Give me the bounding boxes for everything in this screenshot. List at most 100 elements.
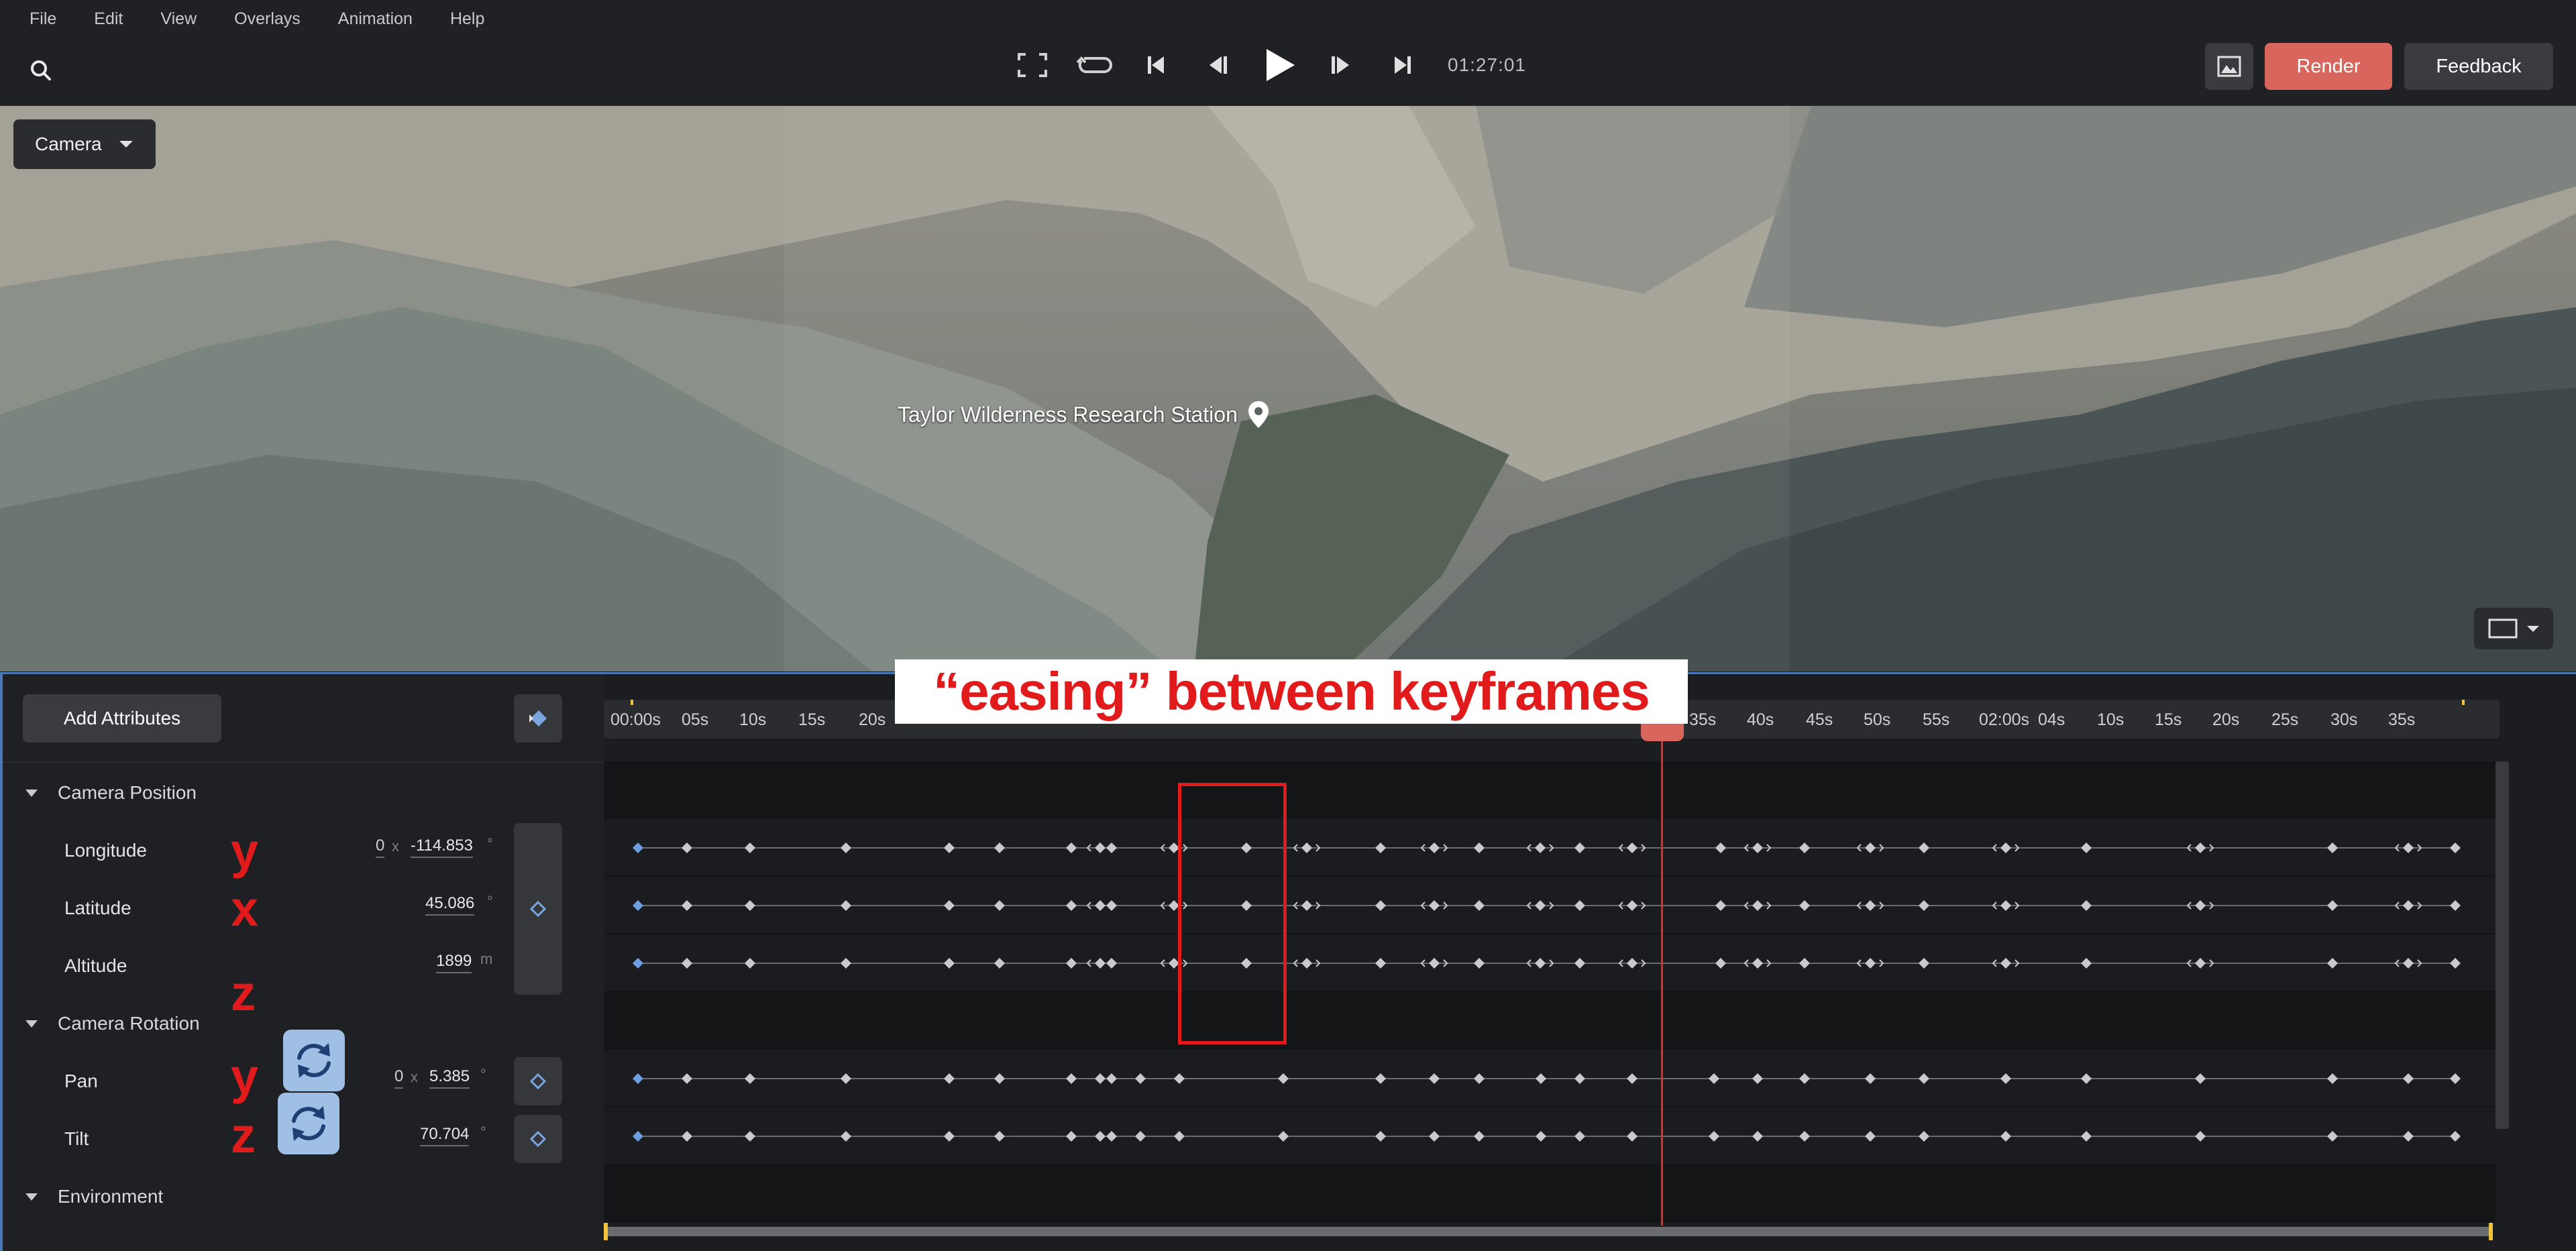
loop-icon[interactable] bbox=[1073, 44, 1115, 86]
place-label[interactable]: Taylor Wilderness Research Station bbox=[898, 400, 1270, 429]
range-end-handle[interactable] bbox=[2489, 1223, 2493, 1240]
keyframe-marker bbox=[1865, 842, 1876, 853]
keyframe-marker bbox=[1536, 1131, 1546, 1142]
menu-help[interactable]: Help bbox=[450, 9, 484, 29]
rotate-arrows-icon bbox=[278, 1093, 339, 1154]
pan-offset-field[interactable]: 0 bbox=[394, 1067, 404, 1089]
keyframe-marker bbox=[1174, 1131, 1185, 1142]
keyframe-marker bbox=[1574, 842, 1585, 853]
keyframe-marker bbox=[1429, 958, 1440, 969]
keyframe-marker bbox=[1574, 1131, 1585, 1142]
tick-label: 15s bbox=[2155, 710, 2182, 729]
keyframe-marker bbox=[994, 842, 1005, 853]
keyframe-tracks[interactable] bbox=[604, 761, 2496, 1223]
keyframe-all-button[interactable] bbox=[514, 694, 562, 743]
timeline[interactable]: 00:00s 05s 10s 15s 20s 35s 40s 45s 50s 55s 02:00s 0… bbox=[604, 674, 2576, 1251]
keyframe-marker bbox=[1095, 900, 1106, 911]
menu-animation[interactable]: Animation bbox=[338, 9, 413, 29]
axis-annotation: x bbox=[231, 880, 259, 936]
keyframe-marker bbox=[1135, 1131, 1146, 1142]
image-export-button[interactable] bbox=[2205, 43, 2253, 90]
latitude-value-field[interactable]: 45.086 bbox=[425, 894, 475, 916]
group-camera-position[interactable]: Camera Position bbox=[3, 764, 606, 822]
keyframe-marker bbox=[1627, 900, 1638, 911]
feedback-button[interactable]: Feedback bbox=[2404, 43, 2553, 90]
altitude-value-field[interactable]: 1899 bbox=[436, 952, 472, 973]
map-viewport[interactable]: Camera Taylor Wilderness Research Statio… bbox=[0, 106, 2576, 671]
keyframe-position-button[interactable] bbox=[514, 823, 562, 995]
keyframe-marker bbox=[2000, 842, 2011, 853]
keyframe-marker bbox=[1535, 900, 1546, 911]
range-start-handle[interactable] bbox=[604, 1223, 608, 1240]
keyframe-marker bbox=[1106, 958, 1117, 969]
keyframe-marker bbox=[2327, 958, 2338, 969]
keyframe-marker bbox=[1535, 842, 1546, 853]
keyframe-marker bbox=[682, 1131, 692, 1142]
step-forward-icon[interactable] bbox=[1320, 44, 1362, 86]
pan-value-field[interactable]: 5.385 bbox=[429, 1067, 470, 1089]
keyframe-marker bbox=[1574, 900, 1585, 911]
unit-label: ° bbox=[480, 1124, 486, 1140]
keyframe-marker bbox=[1301, 842, 1312, 853]
chevron-down-icon[interactable] bbox=[25, 1193, 38, 1201]
tick-label: 35s bbox=[2388, 710, 2416, 729]
easing-annotation-label: “easing” between keyframes bbox=[895, 659, 1688, 724]
keyframe-marker bbox=[633, 900, 643, 911]
fullscreen-icon[interactable] bbox=[1012, 44, 1053, 86]
step-back-icon[interactable] bbox=[1197, 44, 1238, 86]
chevron-down-icon[interactable] bbox=[25, 1020, 38, 1028]
keyframe-marker bbox=[1429, 842, 1440, 853]
aspect-ratio-dropdown[interactable] bbox=[2474, 608, 2553, 649]
keyframe-marker bbox=[1106, 900, 1117, 911]
keyframe-marker bbox=[2000, 1131, 2011, 1142]
keyframe-marker bbox=[944, 842, 955, 853]
add-attributes-button[interactable]: Add Attributes bbox=[23, 694, 221, 743]
tick-label: 25s bbox=[2271, 710, 2299, 729]
frame-icon bbox=[2488, 618, 2518, 639]
chevron-down-icon[interactable] bbox=[25, 789, 38, 797]
keyframe-marker bbox=[745, 1131, 755, 1142]
keyframe-marker bbox=[2000, 1073, 2011, 1084]
keyframe-markers[interactable] bbox=[604, 761, 2496, 1217]
multiplier-label: x bbox=[392, 838, 399, 855]
keyframe-marker bbox=[1865, 958, 1876, 969]
vertical-scrollbar[interactable] bbox=[2496, 761, 2509, 1129]
longitude-offset-field[interactable]: 0 bbox=[376, 836, 385, 858]
keyframe-marker bbox=[1919, 1131, 1929, 1142]
search-icon[interactable] bbox=[27, 56, 56, 86]
longitude-value-field[interactable]: -114.853 bbox=[411, 836, 473, 858]
render-button[interactable]: Render bbox=[2265, 43, 2392, 90]
menu-overlays[interactable]: Overlays bbox=[234, 9, 301, 29]
play-icon[interactable] bbox=[1258, 44, 1300, 86]
keyframe-pan-button[interactable] bbox=[514, 1057, 562, 1105]
camera-dropdown[interactable]: Camera bbox=[13, 119, 156, 169]
horizontal-scrollbar[interactable] bbox=[604, 1223, 2493, 1240]
chevron-down-icon bbox=[2527, 625, 2539, 632]
keyframe-marker bbox=[1865, 900, 1876, 911]
keyframe-marker bbox=[841, 1131, 851, 1142]
keyframe-marker bbox=[1066, 900, 1077, 911]
keyframe-marker bbox=[2081, 900, 2092, 911]
keyframe-marker bbox=[1752, 1131, 1763, 1142]
keyframe-marker bbox=[2403, 1131, 2414, 1142]
keyframe-marker bbox=[1799, 842, 1810, 853]
menu-file[interactable]: File bbox=[30, 9, 56, 29]
skip-to-start-icon[interactable] bbox=[1135, 44, 1177, 86]
tick-label: 50s bbox=[1864, 710, 1891, 729]
menu-view[interactable]: View bbox=[160, 9, 197, 29]
playhead-handle[interactable] bbox=[1641, 721, 1684, 741]
keyframe-tilt-button[interactable] bbox=[514, 1115, 562, 1163]
group-environment[interactable]: Environment bbox=[3, 1168, 606, 1226]
skip-to-end-icon[interactable] bbox=[1382, 44, 1424, 86]
keyframe-marker bbox=[841, 842, 851, 853]
keyframe-marker bbox=[2450, 1073, 2461, 1084]
keyframe-marker bbox=[944, 900, 955, 911]
keyframe-marker bbox=[682, 958, 692, 969]
keyframe-marker bbox=[1095, 1131, 1106, 1142]
menu-edit[interactable]: Edit bbox=[94, 9, 123, 29]
divider bbox=[3, 761, 606, 763]
image-icon bbox=[2217, 56, 2241, 77]
keyframe-marker bbox=[2450, 900, 2461, 911]
tilt-value-field[interactable]: 70.704 bbox=[420, 1125, 470, 1146]
keyframe-marker bbox=[1095, 842, 1106, 853]
